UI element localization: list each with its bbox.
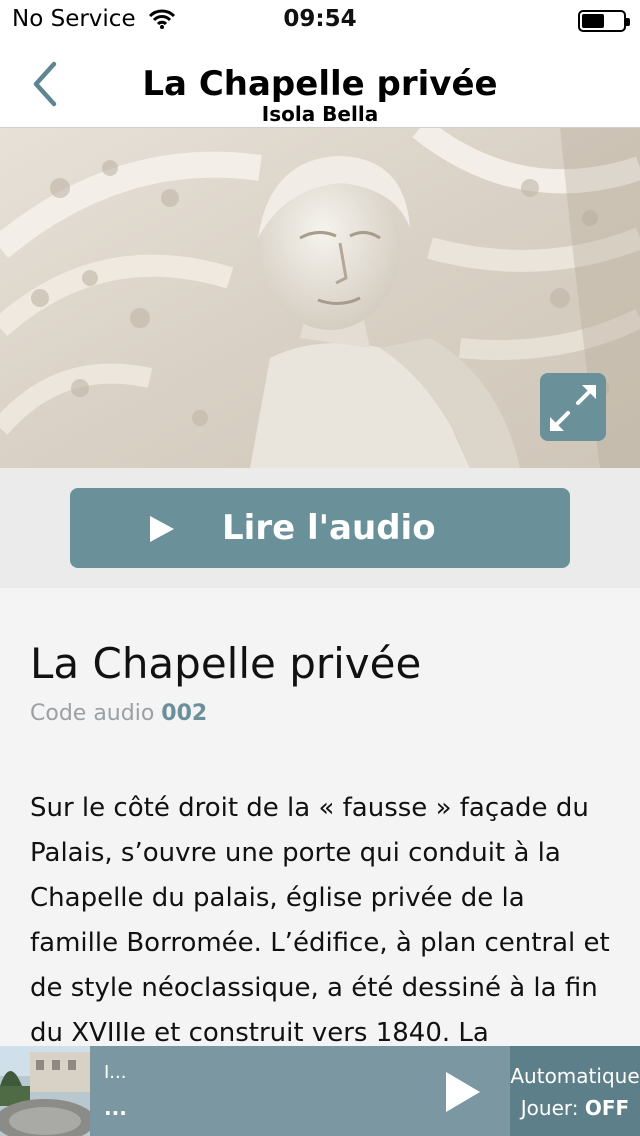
autoplay-state-line: Jouer: OFF xyxy=(510,1096,640,1120)
player-play-button[interactable] xyxy=(446,1072,480,1112)
play-icon xyxy=(150,516,174,542)
play-audio-button[interactable]: Lire l'audio xyxy=(70,488,570,568)
expand-button[interactable] xyxy=(540,373,606,441)
battery-icon xyxy=(578,10,630,32)
play-audio-label: Lire l'audio xyxy=(222,508,436,548)
expand-icon xyxy=(550,385,596,431)
track-subtitle: ... xyxy=(104,1096,127,1120)
audio-area: Lire l'audio xyxy=(0,468,640,588)
autoplay-state: OFF xyxy=(584,1096,630,1120)
track-thumbnail[interactable] xyxy=(0,1046,90,1136)
track-title: I... xyxy=(104,1062,127,1083)
audio-code-value: 002 xyxy=(161,701,208,726)
jouer-label: Jouer: xyxy=(520,1096,579,1120)
status-bar: No Service 09:54 xyxy=(0,0,640,40)
autoplay-toggle[interactable]: Automatique Jouer: OFF xyxy=(510,1046,640,1136)
content-title: La Chapelle privée xyxy=(30,639,422,688)
mini-player: I... ... Automatique Jouer: OFF xyxy=(0,1046,640,1136)
garden-image xyxy=(0,1046,90,1136)
status-time: 09:54 xyxy=(283,6,357,32)
autoplay-label: Automatique xyxy=(510,1064,640,1088)
nav-bar: La Chapelle privée Isola Bella xyxy=(0,40,640,128)
audio-code-line: Code audio 002 xyxy=(30,700,207,728)
nav-title: La Chapelle privée xyxy=(142,64,498,104)
nav-subtitle: Isola Bella xyxy=(261,102,379,126)
description-text: Sur le côté droit de la « fausse » façad… xyxy=(30,793,610,1046)
audio-code-label: Code audio xyxy=(30,701,155,726)
content-area[interactable]: La Chapelle privée Code audio 002 Sur le… xyxy=(0,588,640,1046)
